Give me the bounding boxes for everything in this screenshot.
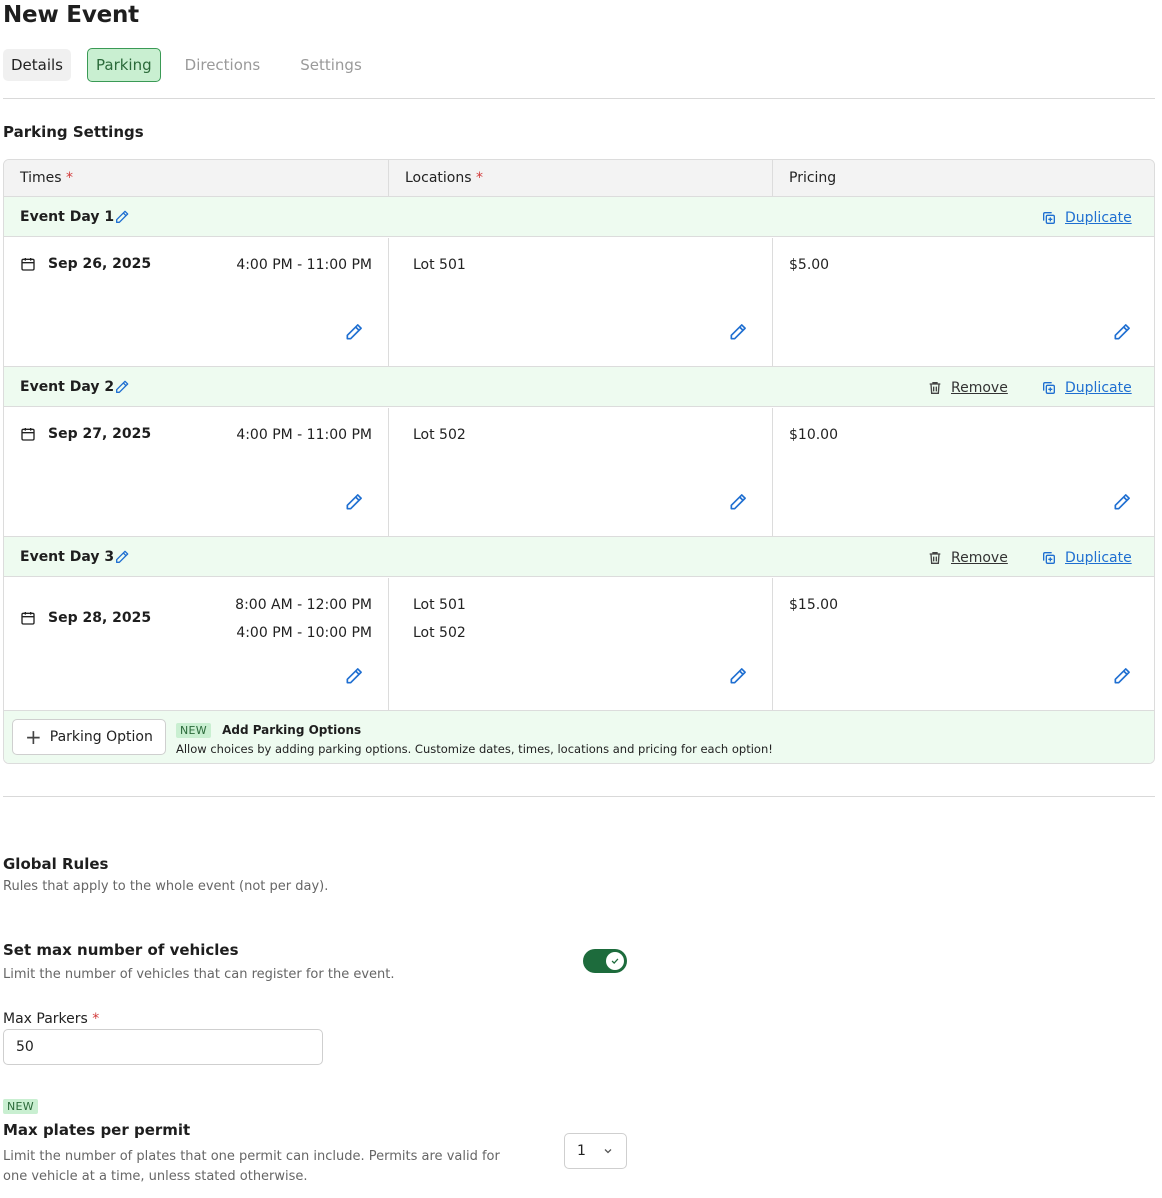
duplicate-button[interactable]: Duplicate	[1041, 367, 1132, 408]
max-vehicles-toggle[interactable]	[583, 949, 627, 973]
remove-button[interactable]: Remove	[927, 367, 1008, 408]
pencil-icon[interactable]	[114, 379, 130, 399]
date: Sep 28, 2025	[20, 610, 151, 626]
location: Lot 502	[413, 427, 466, 443]
pencil-icon[interactable]	[728, 492, 748, 516]
global-rules-subtitle: Rules that apply to the whole event (not…	[3, 879, 329, 894]
pencil-icon[interactable]	[1112, 666, 1132, 690]
max-parkers-input[interactable]	[3, 1029, 323, 1065]
max-vehicles-title: Set max number of vehicles	[3, 941, 239, 959]
calendar-icon	[21, 428, 35, 441]
pencil-icon[interactable]	[1112, 322, 1132, 346]
duplicate-button[interactable]: Duplicate	[1041, 197, 1132, 238]
max-plates-select[interactable]: 1	[564, 1133, 627, 1169]
check-icon	[611, 958, 619, 964]
location: Lot 501	[413, 257, 466, 273]
column-header-locations: Locations *	[388, 160, 772, 197]
pencil-icon[interactable]	[344, 666, 364, 690]
calendar-icon	[21, 612, 35, 625]
event-day-header: Event Day 3 Remove Duplicate	[4, 536, 1154, 577]
new-badge: NEW	[176, 723, 211, 738]
time-range: 8:00 AM - 12:00 PM	[235, 597, 372, 613]
times-cell: Sep 26, 2025 4:00 PM - 11:00 PM	[4, 238, 388, 367]
tab-parking[interactable]: Parking	[87, 48, 161, 82]
tab-details[interactable]: Details	[3, 49, 72, 81]
max-plates-title: Max plates per permit	[3, 1121, 191, 1139]
duplicate-icon	[1043, 381, 1055, 394]
pricing-cell: $5.00	[772, 238, 1154, 367]
max-plates-description: Limit the number of plates that one perm…	[3, 1149, 500, 1184]
duplicate-button[interactable]: Duplicate	[1041, 537, 1132, 578]
locations-cell: Lot 501 Lot 502	[388, 578, 772, 711]
location: Lot 502	[413, 625, 466, 641]
event-day-name: Event Day 3	[20, 549, 115, 565]
locations-cell: Lot 502	[388, 408, 772, 537]
location: Lot 501	[413, 597, 466, 613]
pricing-cell: $10.00	[772, 408, 1154, 537]
new-badge: NEW	[3, 1099, 38, 1114]
page-title: New Event	[3, 2, 139, 28]
toggle-knob	[606, 952, 624, 970]
price: $10.00	[789, 427, 838, 443]
duplicate-icon	[1043, 551, 1055, 564]
event-day-header: Event Day 1 Duplicate	[4, 196, 1154, 237]
trash-icon	[929, 381, 941, 394]
pricing-cell: $15.00	[772, 578, 1154, 711]
parking-options-promo: NEW Add Parking Options Allow choices by…	[176, 719, 773, 756]
duplicate-icon	[1043, 211, 1055, 224]
time-range: 4:00 PM - 11:00 PM	[236, 427, 372, 443]
times-cell: Sep 28, 2025 8:00 AM - 12:00 PM 4:00 PM …	[4, 578, 388, 711]
column-header-pricing: Pricing	[772, 160, 1154, 197]
event-day-name: Event Day 2	[20, 379, 115, 395]
price: $5.00	[789, 257, 830, 273]
times-cell: Sep 27, 2025 4:00 PM - 11:00 PM	[4, 408, 388, 537]
time-range: 4:00 PM - 10:00 PM	[236, 625, 372, 641]
event-day-name: Event Day 1	[20, 209, 115, 225]
chevron-down-icon	[604, 1149, 612, 1154]
promo-title: Add Parking Options	[222, 723, 362, 737]
plus-icon: +	[25, 725, 42, 749]
promo-description: Allow choices by adding parking options.…	[176, 742, 773, 756]
event-day-row: Sep 26, 2025 4:00 PM - 11:00 PM Lot 501 …	[4, 238, 1154, 367]
tab-settings[interactable]: Settings	[292, 49, 370, 81]
date: Sep 27, 2025	[20, 426, 151, 442]
max-vehicles-description: Limit the number of vehicles that can re…	[3, 967, 395, 982]
max-parkers-label: Max Parkers *	[3, 1011, 100, 1027]
column-header-times: Times *	[20, 170, 74, 186]
pencil-icon[interactable]	[1112, 492, 1132, 516]
add-parking-option-button[interactable]: + Parking Option	[12, 719, 166, 755]
event-day-row: Sep 27, 2025 4:00 PM - 11:00 PM Lot 502 …	[4, 408, 1154, 537]
locations-cell: Lot 501	[388, 238, 772, 367]
required-mark: *	[475, 170, 483, 186]
trash-icon	[929, 551, 941, 564]
event-day-row: Sep 28, 2025 8:00 AM - 12:00 PM 4:00 PM …	[4, 578, 1154, 711]
remove-button[interactable]: Remove	[927, 537, 1008, 578]
parking-settings-title: Parking Settings	[3, 123, 144, 141]
pencil-icon[interactable]	[114, 549, 130, 569]
grid-header: Times * Locations * Pricing	[4, 160, 1154, 197]
pencil-icon[interactable]	[344, 492, 364, 516]
calendar-icon	[21, 258, 35, 271]
price: $15.00	[789, 597, 838, 613]
pencil-icon[interactable]	[728, 666, 748, 690]
parking-grid: Times * Locations * Pricing Event Day 1 …	[3, 159, 1155, 764]
tab-directions[interactable]: Directions	[177, 49, 269, 81]
divider	[3, 98, 1155, 99]
tab-bar: Details Parking Directions Settings	[3, 48, 394, 82]
date: Sep 26, 2025	[20, 256, 151, 272]
pencil-icon[interactable]	[344, 322, 364, 346]
event-day-header: Event Day 2 Remove Duplicate	[4, 366, 1154, 407]
global-rules-title: Global Rules	[3, 855, 109, 873]
divider	[3, 796, 1155, 797]
required-mark: *	[92, 1011, 100, 1027]
pencil-icon[interactable]	[728, 322, 748, 346]
pencil-icon[interactable]	[114, 209, 130, 229]
required-mark: *	[66, 170, 74, 186]
time-range: 4:00 PM - 11:00 PM	[236, 257, 372, 273]
parking-grid-footer: + Parking Option NEW Add Parking Options…	[4, 710, 1154, 763]
